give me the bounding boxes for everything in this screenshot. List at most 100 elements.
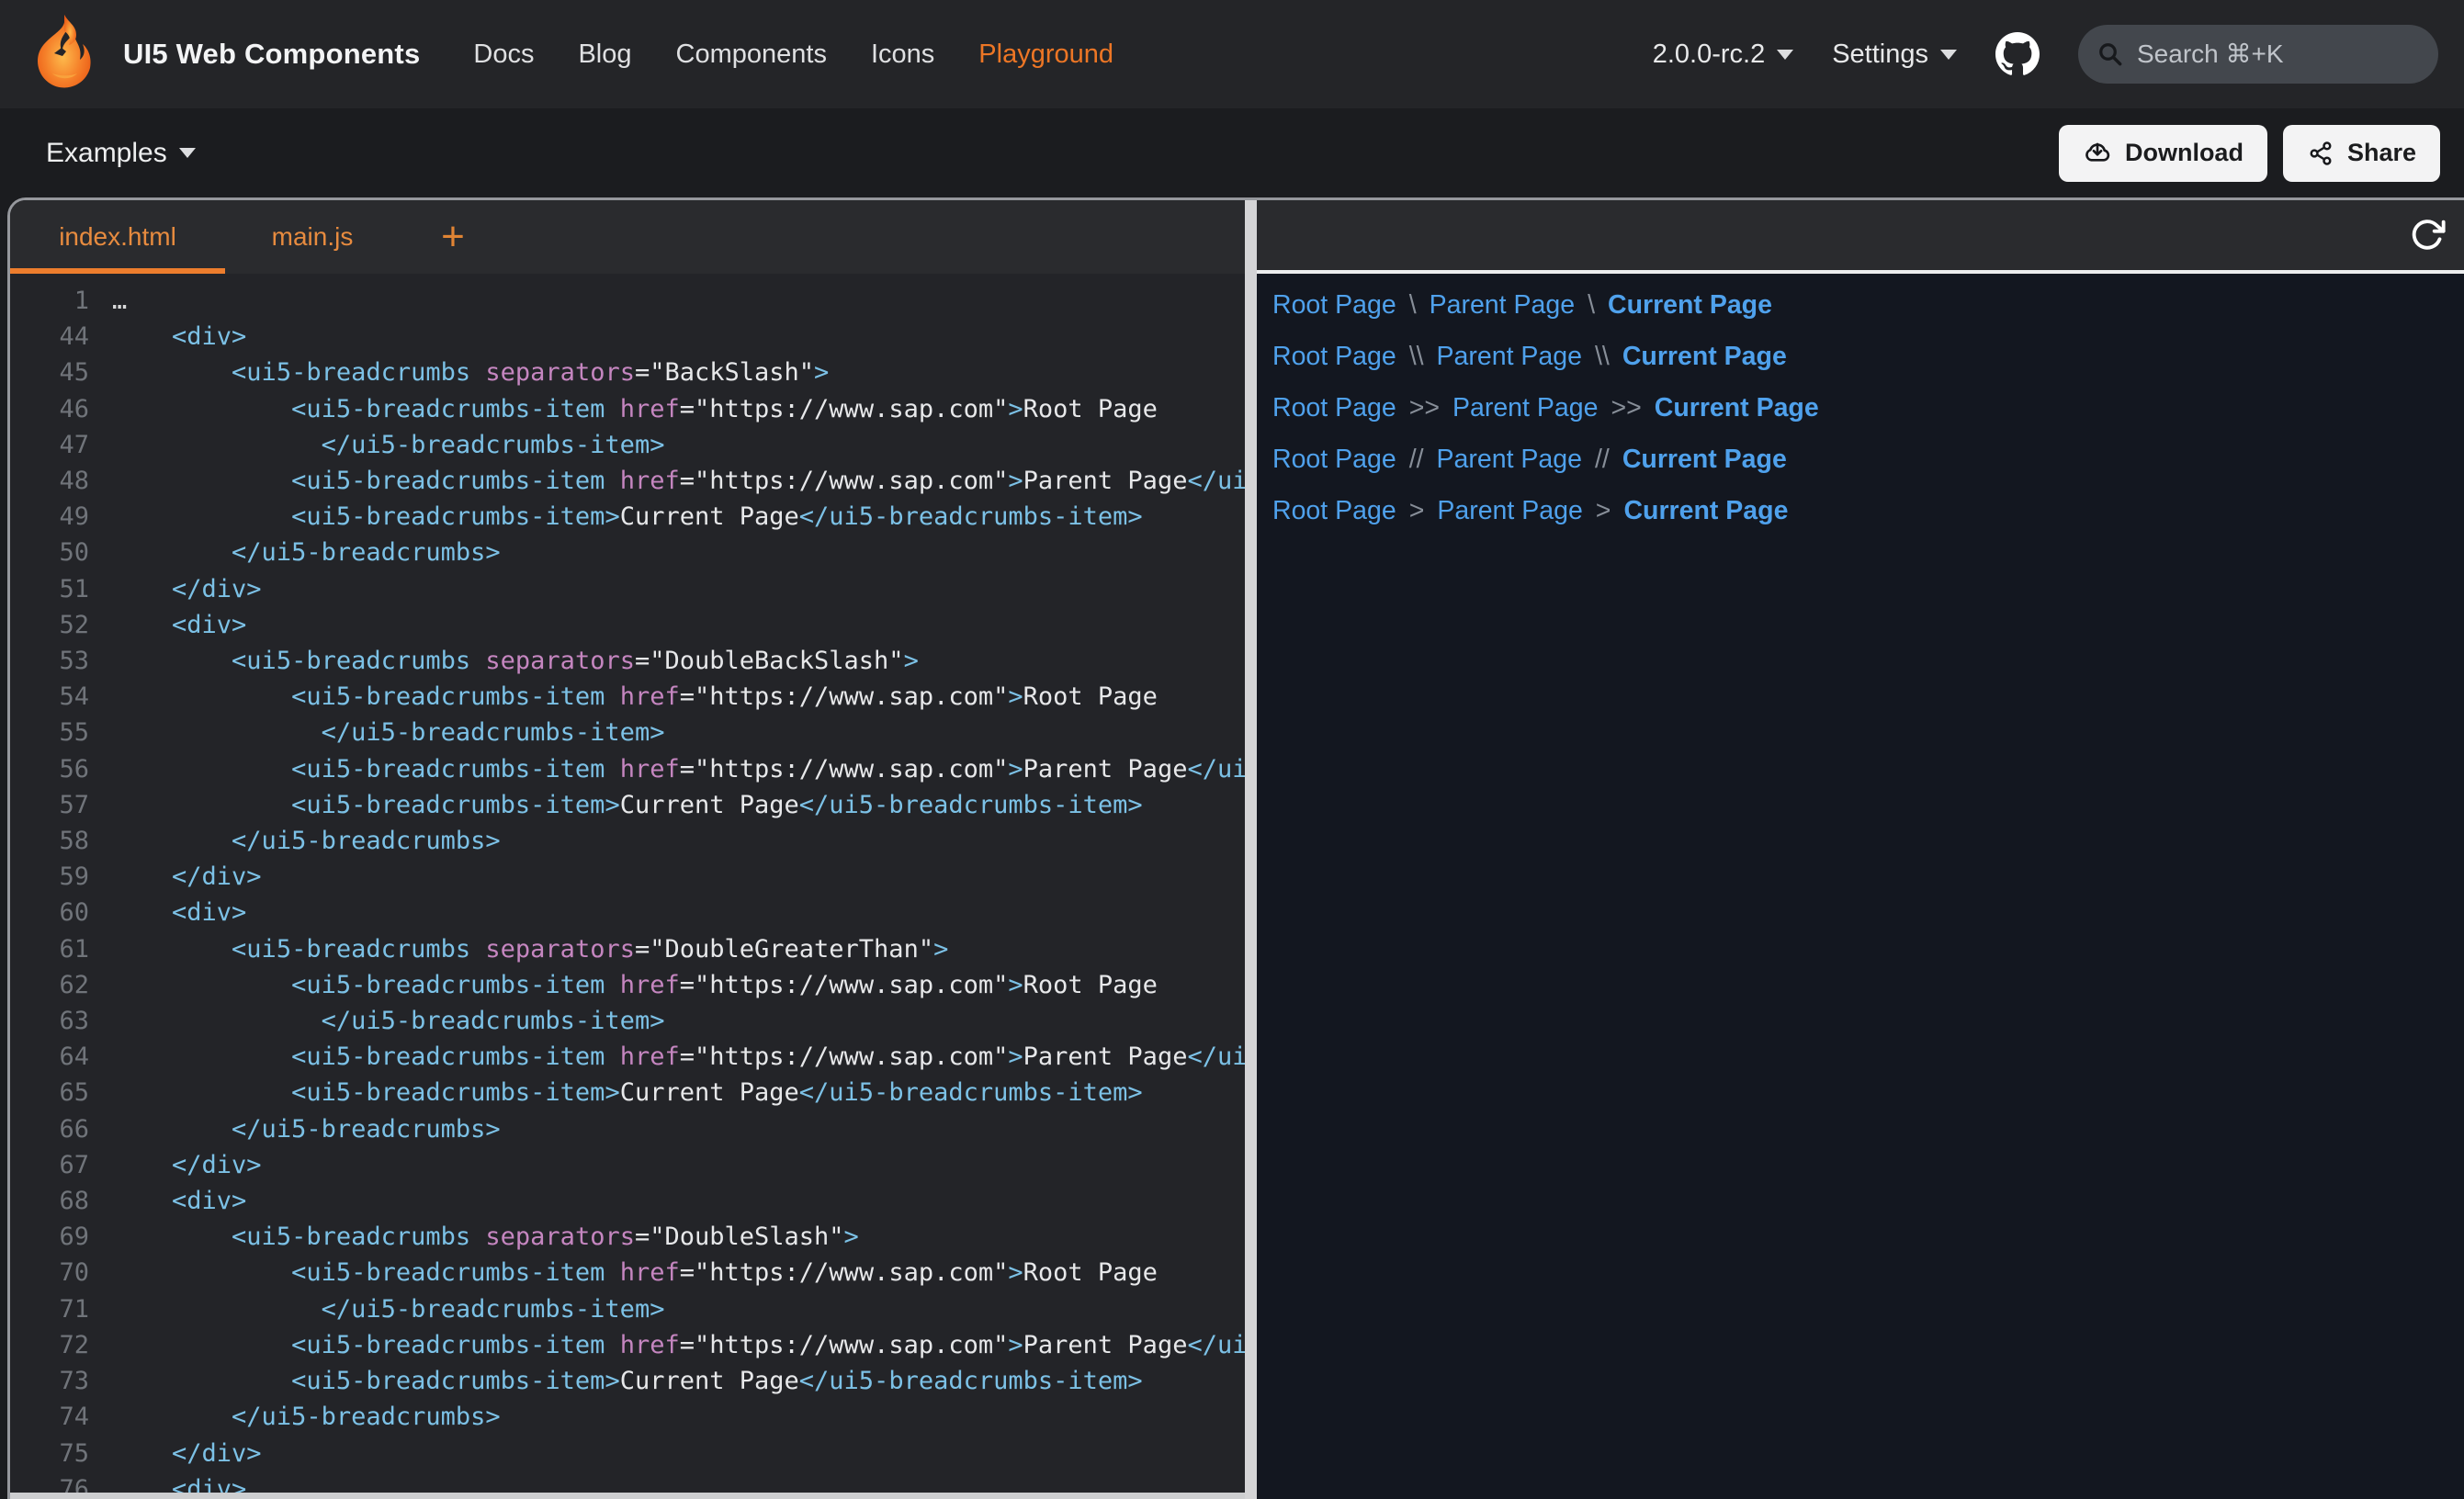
search-icon <box>2097 40 2124 68</box>
breadcrumb-separator: > <box>1596 496 1611 526</box>
line-number: 65 <box>10 1075 89 1110</box>
line-number: 74 <box>10 1399 89 1435</box>
line-number: 60 <box>10 895 89 930</box>
code-area[interactable]: 1444546474849505152535455565758596061626… <box>10 274 1245 1499</box>
line-number: 66 <box>10 1111 89 1147</box>
code-line: <ui5-breadcrumbs separators="DoubleSlash… <box>112 1219 1245 1255</box>
breadcrumb-separator: > <box>1409 496 1425 526</box>
line-number: 45 <box>10 355 89 390</box>
breadcrumb-separator: \ <box>1409 290 1417 321</box>
preview-pane: Root Page\Parent Page\Current PageRoot P… <box>1257 200 2464 1499</box>
line-number: 52 <box>10 607 89 643</box>
line-number: 1 <box>10 283 89 319</box>
breadcrumb-link[interactable]: Parent Page <box>1437 496 1582 526</box>
nav-link-docs[interactable]: Docs <box>473 39 534 70</box>
line-number: 62 <box>10 967 89 1003</box>
tab-index-html[interactable]: index.html <box>10 200 225 274</box>
line-number: 64 <box>10 1039 89 1075</box>
code-line: <div> <box>112 607 1245 643</box>
code-line: <div> <box>112 319 1245 355</box>
cloud-download-icon <box>2083 139 2112 168</box>
breadcrumb-link[interactable]: Parent Page <box>1437 342 1582 372</box>
code-line: <ui5-breadcrumbs-item href="https://www.… <box>112 391 1245 427</box>
line-number: 69 <box>10 1219 89 1255</box>
tab-label: index.html <box>59 222 176 252</box>
code-line: <ui5-breadcrumbs-item>Current Page</ui5-… <box>112 787 1245 823</box>
breadcrumb-separator: \\ <box>1409 342 1424 372</box>
search-input[interactable] <box>2137 39 2420 69</box>
code-editor-pane: index.html main.js + 1444546474849505152… <box>10 200 1245 1499</box>
line-number: 73 <box>10 1363 89 1399</box>
chevron-down-icon <box>1777 50 1793 60</box>
line-number: 50 <box>10 535 89 570</box>
breadcrumbs-row: Root Page \\ Parent Page \\ Current Page <box>1272 331 2464 382</box>
share-button[interactable]: Share <box>2283 125 2440 182</box>
line-number: 75 <box>10 1436 89 1471</box>
code-line: <ui5-breadcrumbs separators="DoubleBackS… <box>112 643 1245 679</box>
version-dropdown[interactable]: 2.0.0-rc.2 <box>1653 39 1794 70</box>
breadcrumb-separator: \\ <box>1595 342 1610 372</box>
code-line: <ui5-breadcrumbs-item href="https://www.… <box>112 463 1245 499</box>
breadcrumb-link[interactable]: Root Page <box>1272 342 1396 372</box>
plus-icon: + <box>441 214 465 260</box>
code-line: <ui5-breadcrumbs-item>Current Page</ui5-… <box>112 1363 1245 1399</box>
code-line: </div> <box>112 1147 1245 1183</box>
add-tab-button[interactable]: + <box>416 200 490 274</box>
nav-link-components[interactable]: Components <box>676 39 827 70</box>
header-right: 2.0.0-rc.2 Settings <box>1653 25 2438 84</box>
horizontal-scrollbar[interactable] <box>10 1493 1245 1499</box>
settings-dropdown[interactable]: Settings <box>1832 39 1957 70</box>
ui5-phoenix-logo[interactable] <box>22 13 105 96</box>
code-line: </div> <box>112 859 1245 895</box>
code-line: </div> <box>112 1436 1245 1471</box>
code-line: </ui5-breadcrumbs> <box>112 823 1245 859</box>
breadcrumb-link[interactable]: Parent Page <box>1452 393 1598 423</box>
line-number: 51 <box>10 571 89 607</box>
breadcrumb-link[interactable]: Root Page <box>1272 290 1396 321</box>
breadcrumb-link[interactable]: Root Page <box>1272 445 1396 475</box>
line-number: 47 <box>10 427 89 463</box>
download-label: Download <box>2125 139 2244 167</box>
code-line: </ui5-breadcrumbs> <box>112 535 1245 570</box>
tab-main-js[interactable]: main.js <box>225 200 400 274</box>
breadcrumb-separator: >> <box>1409 393 1440 423</box>
line-number: 46 <box>10 391 89 427</box>
breadcrumb-link[interactable]: Root Page <box>1272 393 1396 423</box>
code-lines: … <div> <ui5-breadcrumbs separators="Bac… <box>89 283 1245 1499</box>
code-line: <div> <box>112 895 1245 930</box>
code-line: <ui5-breadcrumbs-item href="https://www.… <box>112 751 1245 787</box>
breadcrumb-separator: // <box>1409 445 1424 475</box>
editor-tabbar: index.html main.js + <box>10 200 1245 274</box>
version-label: 2.0.0-rc.2 <box>1653 39 1766 70</box>
share-icon <box>2307 140 2334 167</box>
code-line: <ui5-breadcrumbs-item href="https://www.… <box>112 1327 1245 1363</box>
refresh-icon <box>2409 217 2446 254</box>
refresh-button[interactable] <box>2407 215 2447 255</box>
line-number: 54 <box>10 679 89 715</box>
code-line: <ui5-breadcrumbs-item href="https://www.… <box>112 1039 1245 1075</box>
download-button[interactable]: Download <box>2059 125 2267 182</box>
breadcrumb-link[interactable]: Parent Page <box>1430 290 1575 321</box>
brand-title: UI5 Web Components <box>123 38 420 71</box>
search-box <box>2078 25 2438 84</box>
line-number: 68 <box>10 1183 89 1219</box>
line-number: 70 <box>10 1255 89 1290</box>
breadcrumb-link[interactable]: Root Page <box>1272 496 1396 526</box>
settings-label: Settings <box>1832 39 1928 70</box>
code-line: <ui5-breadcrumbs separators="DoubleGreat… <box>112 931 1245 967</box>
pane-splitter[interactable] <box>1245 200 1257 1499</box>
code-line: </ui5-breadcrumbs-item> <box>112 1003 1245 1039</box>
code-line: <ui5-breadcrumbs-item>Current Page</ui5-… <box>112 499 1245 535</box>
breadcrumbs-row: Root Page\Parent Page\Current Page <box>1272 279 2464 331</box>
nav-link-playground[interactable]: Playground <box>978 39 1113 70</box>
breadcrumb-current: Current Page <box>1622 342 1787 372</box>
github-icon[interactable] <box>1995 32 2040 76</box>
nav-link-icons[interactable]: Icons <box>871 39 934 70</box>
line-number: 61 <box>10 931 89 967</box>
chevron-down-icon <box>179 148 196 158</box>
code-line: </ui5-breadcrumbs> <box>112 1399 1245 1435</box>
breadcrumb-link[interactable]: Parent Page <box>1437 445 1582 475</box>
examples-dropdown[interactable]: Examples <box>46 138 196 169</box>
nav-link-blog[interactable]: Blog <box>578 39 631 70</box>
code-line: <ui5-breadcrumbs-item>Current Page</ui5-… <box>112 1075 1245 1110</box>
